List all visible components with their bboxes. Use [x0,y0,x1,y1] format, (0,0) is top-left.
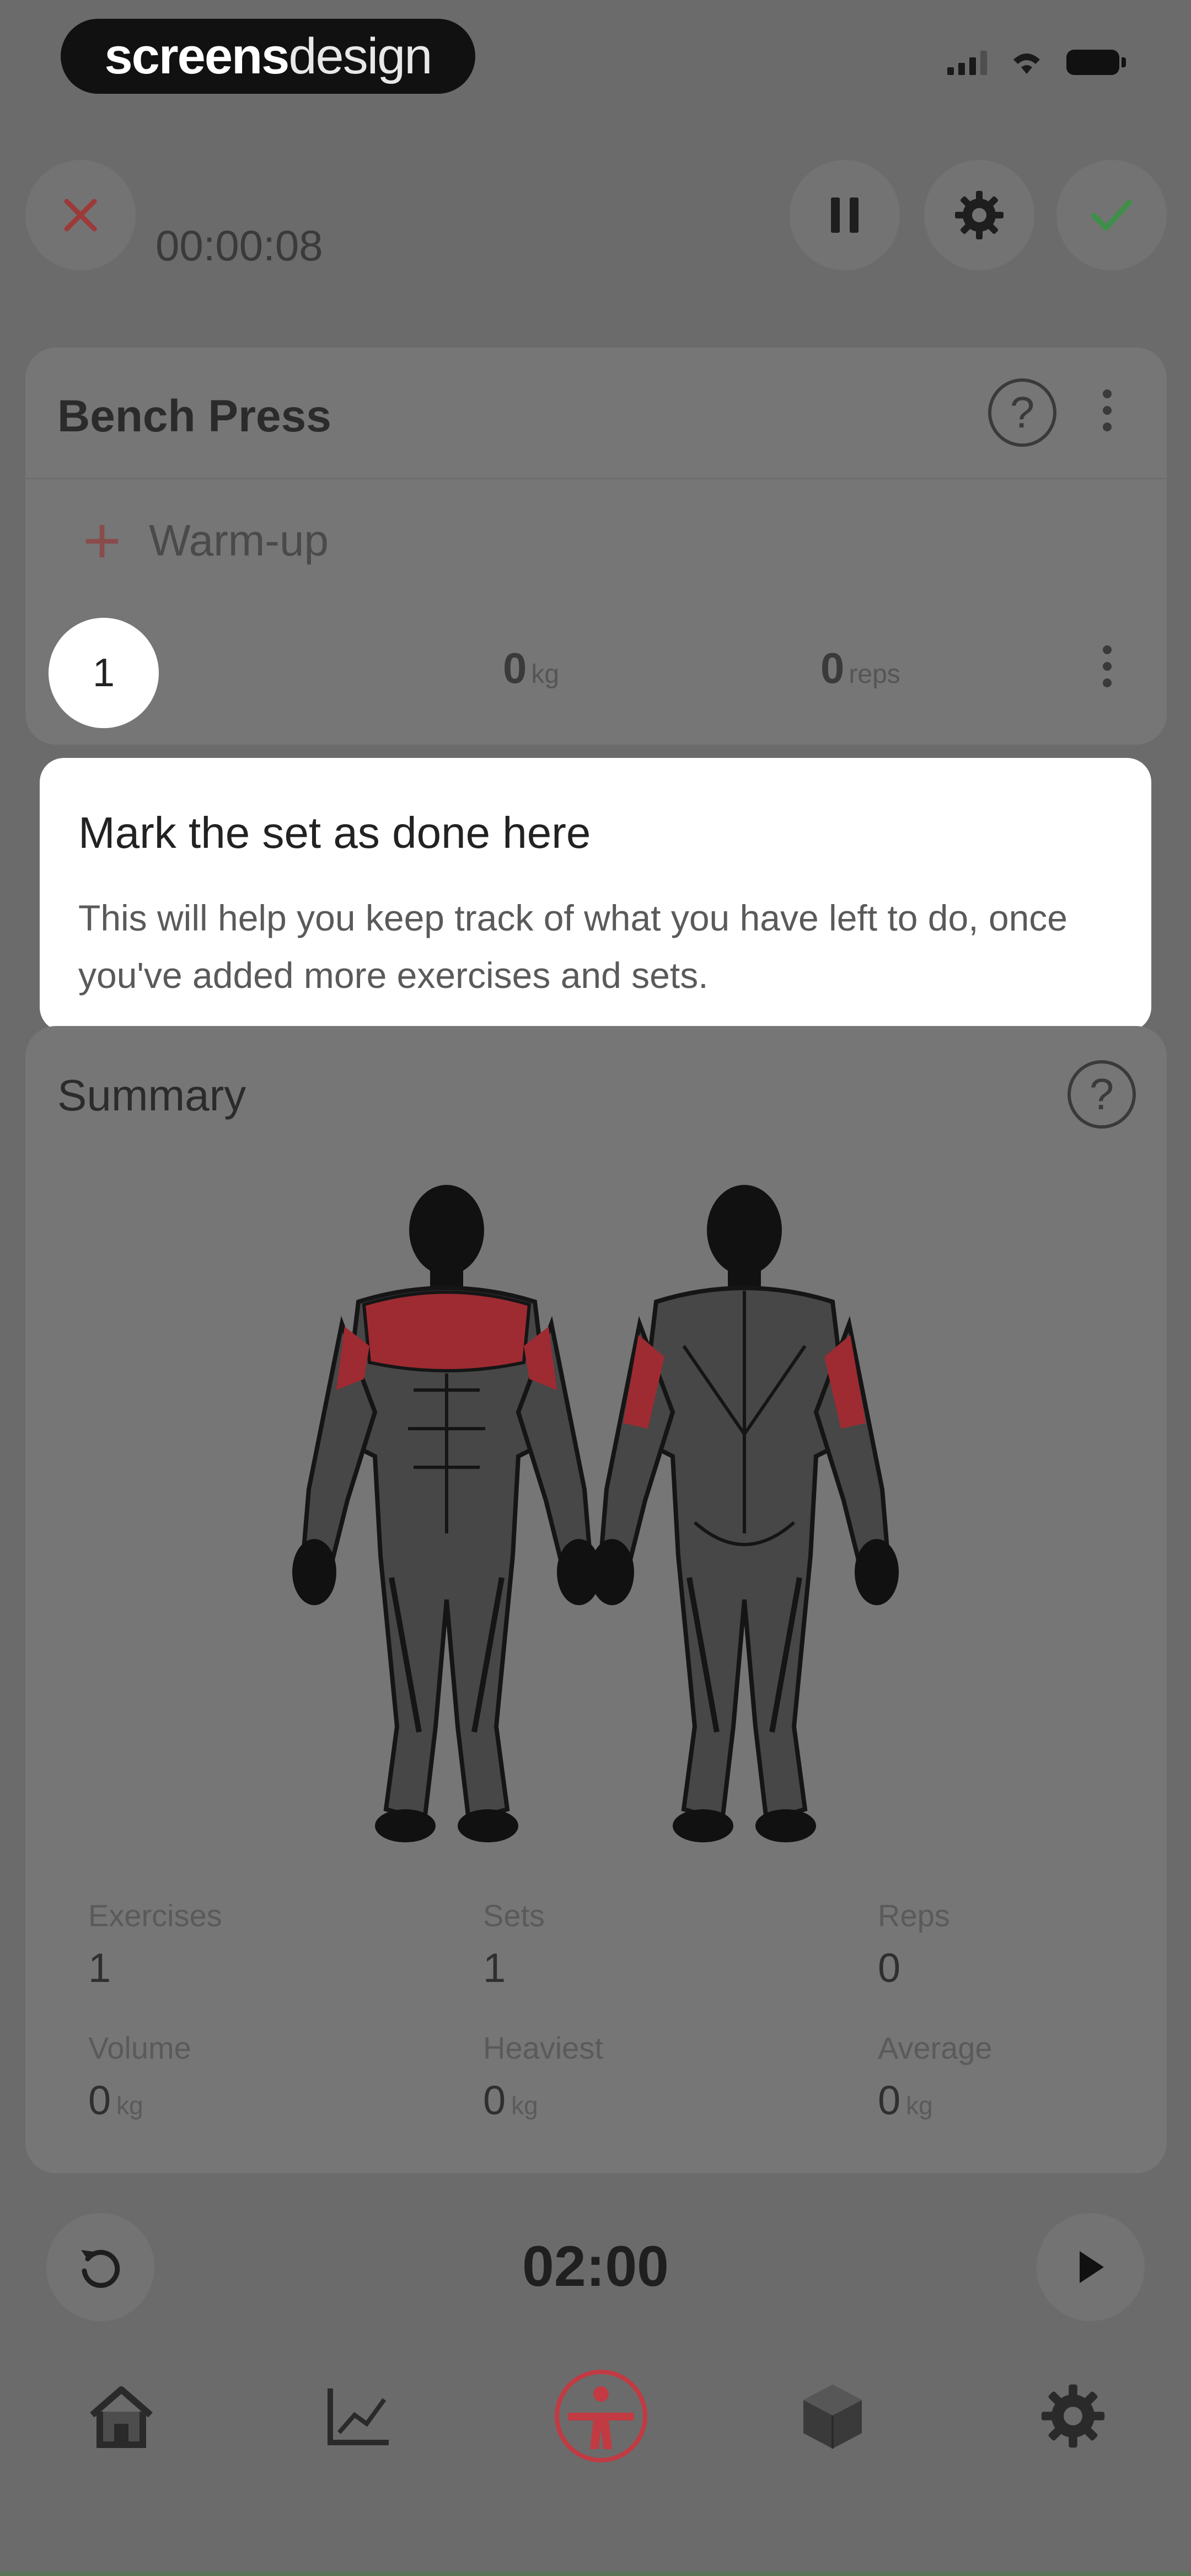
back-body-figure [590,1185,899,1842]
front-body-figure [292,1185,601,1842]
brand-logo-bold: screens [104,28,290,84]
nav-stats[interactable] [314,2372,403,2460]
signal-icon [947,50,987,75]
pause-icon [831,197,859,233]
set-menu-icon[interactable] [1103,645,1112,687]
exercise-title: Bench Press [57,391,331,441]
workout-icon [555,2370,647,2462]
brand-logo-light: design [288,28,432,84]
onboarding-tooltip: Mark the set as done here This will help… [40,758,1151,1032]
stat-unit: kg [116,2091,143,2120]
stat-heaviest: Heaviest 0 kg [483,2030,603,2124]
add-warmup-button[interactable]: + Warm-up [83,507,329,574]
stat-value-number: 0 [878,1945,901,1991]
home-icon [90,2386,153,2448]
stat-label: Average [878,2030,993,2065]
battery-icon [1066,50,1126,75]
set-weight[interactable]: 0 kg [503,643,559,693]
stat-value: 1 [483,1944,545,1991]
gear-icon [955,191,1004,239]
plus-icon: + [83,504,122,578]
exercise-help-icon[interactable]: ? [988,378,1056,447]
set-number: 1 [92,651,115,695]
elapsed-timer: 00:00:08 [155,221,323,270]
stat-label: Exercises [88,1898,222,1933]
stat-value-number: 0 [878,2077,901,2123]
set-reps-unit: reps [849,660,900,689]
stat-value-number: 0 [483,2077,506,2123]
nav-home[interactable] [77,2372,165,2460]
chart-icon [328,2388,389,2445]
warmup-label: Warm-up [149,516,329,565]
rest-timer: 02:00 [522,2235,669,2299]
check-icon [1091,200,1132,231]
tooltip-body: This will help you keep track of what yo… [78,897,1067,996]
stat-value: 0 kg [878,2077,993,2124]
muscle-map [292,1185,899,1842]
nav-workout[interactable] [551,2366,651,2466]
set-reps-value: 0 [820,644,845,692]
stat-value: 0 kg [88,2077,191,2124]
stat-value-number: 0 [88,2077,111,2123]
play-icon [1080,2251,1104,2283]
exercise-divider [25,478,1167,479]
stat-value-number: 1 [88,1945,111,1991]
stat-reps: Reps 0 [878,1898,950,1991]
brand-logo: screens design [61,19,475,94]
set-weight-value: 0 [503,644,527,692]
stat-average: Average 0 kg [878,2030,993,2124]
exercise-menu-icon[interactable] [1103,389,1112,431]
settings-icon [1041,2384,1105,2448]
start-timer-button[interactable] [1037,2213,1145,2321]
stat-label: Sets [483,1898,545,1933]
nav-settings[interactable] [1029,2372,1117,2460]
stat-value-number: 1 [483,1945,506,1991]
stat-sets: Sets 1 [483,1898,545,1991]
stat-label: Volume [88,2030,191,2065]
cube-icon [803,2385,862,2449]
stat-value: 1 [88,1944,222,1991]
stat-value: 0 kg [483,2077,603,2124]
home-indicator [0,2572,1191,2576]
set-weight-unit: kg [531,660,560,689]
nav-exercises[interactable] [788,2372,877,2460]
stat-label: Heaviest [483,2030,603,2065]
status-icons [947,50,1126,75]
close-button[interactable] [25,160,136,270]
stat-unit: kg [511,2091,538,2120]
stat-exercises: Exercises 1 [88,1898,222,1991]
wifi-icon [1013,54,1040,74]
pause-button[interactable] [790,160,900,270]
tooltip-title: Mark the set as done here [78,808,591,857]
stat-value: 0 [878,1944,950,1991]
summary-title: Summary [57,1071,246,1120]
set-reps[interactable]: 0 reps [820,643,900,693]
set-done-toggle[interactable]: 1 [49,618,159,728]
finish-workout-button[interactable] [1056,160,1167,270]
stat-label: Reps [878,1898,950,1933]
workout-settings-button[interactable] [924,160,1034,270]
summary-help-icon[interactable]: ? [1067,1060,1136,1129]
close-icon [64,199,97,232]
stat-volume: Volume 0 kg [88,2030,191,2124]
stat-unit: kg [906,2091,933,2120]
